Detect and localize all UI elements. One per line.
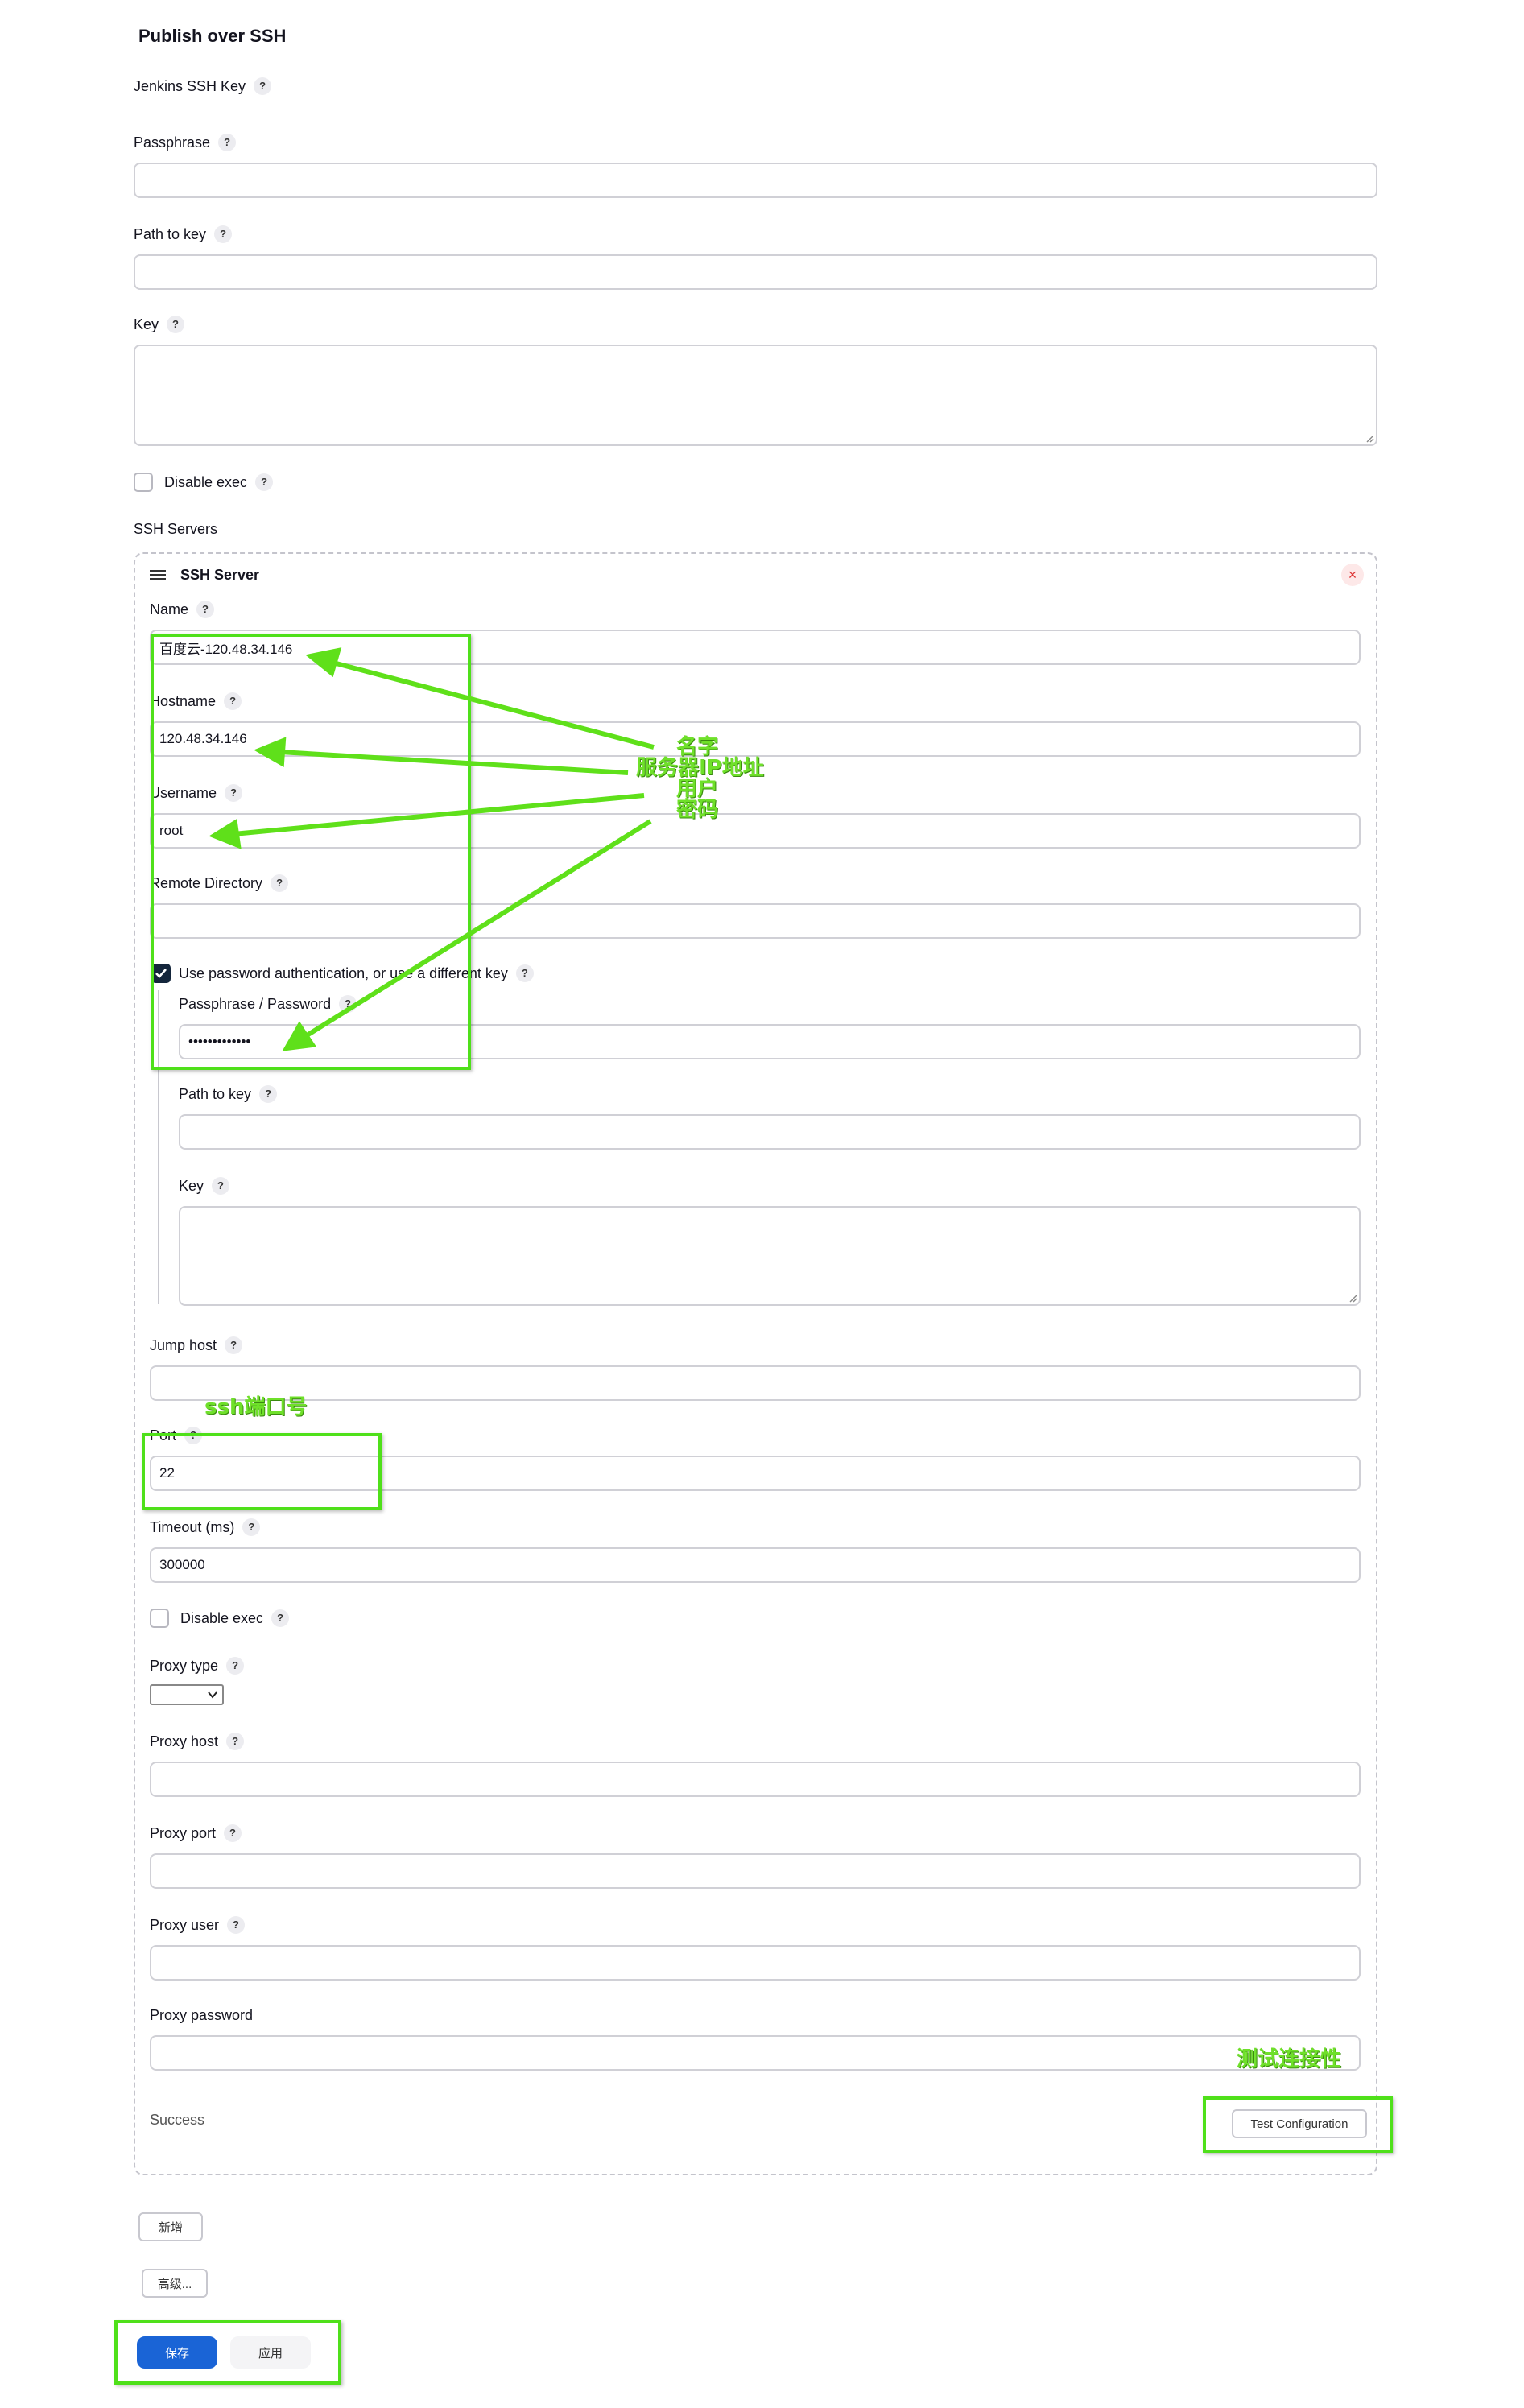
help-icon[interactable]: ? (226, 1657, 245, 1675)
help-icon[interactable]: ? (227, 1916, 246, 1934)
annotation-password: 密码 (676, 798, 719, 822)
help-icon[interactable]: ? (218, 134, 237, 151)
help-icon[interactable]: ? (254, 77, 272, 95)
help-icon[interactable]: ? (224, 1824, 242, 1842)
server-disable-exec-label: Disable exec? (180, 1609, 290, 1627)
ssh-server-header: SSH Server (180, 567, 260, 583)
annotation-ssh-port: ssh端口号 (204, 1395, 308, 1419)
timeout-input[interactable] (150, 1547, 1361, 1583)
help-icon[interactable]: ? (167, 316, 185, 333)
drag-handle-icon[interactable] (150, 568, 166, 581)
nested-key-label: Key? (179, 1177, 230, 1195)
annotation-name: 名字 (676, 735, 719, 759)
annotation-box-test (1203, 2096, 1393, 2153)
proxy-host-label: Proxy host? (150, 1733, 245, 1750)
resize-grip-icon[interactable] (1365, 433, 1374, 443)
ssh-servers-label: SSH Servers (134, 521, 218, 537)
key-textarea[interactable] (134, 345, 1377, 446)
help-icon[interactable]: ? (212, 1177, 230, 1195)
help-icon[interactable]: ? (259, 1085, 278, 1103)
resize-grip-icon[interactable] (1348, 1293, 1357, 1303)
passphrase-input[interactable] (134, 163, 1377, 198)
proxy-port-input[interactable] (150, 1853, 1361, 1889)
annotation-user: 用户 (676, 777, 719, 801)
help-icon[interactable]: ? (242, 1518, 261, 1536)
section-title: Publish over SSH (138, 26, 287, 46)
annotation-box-port (142, 1433, 382, 1510)
nested-path-to-key-label: Path to key? (179, 1085, 278, 1103)
proxy-host-input[interactable] (150, 1762, 1361, 1797)
jenkins-ssh-key-label: Jenkins SSH Key? (134, 77, 272, 95)
disable-exec-checkbox[interactable] (134, 473, 153, 492)
key-textarea-wrap (134, 345, 1377, 446)
annotation-test-connectivity: 测试连接性 (1237, 2047, 1342, 2071)
status-text: Success (150, 2112, 205, 2128)
annotation-box-credentials (151, 634, 471, 1070)
path-to-key-input[interactable] (134, 254, 1377, 290)
chevron-down-icon (208, 1691, 217, 1699)
nested-key-textarea[interactable] (179, 1206, 1361, 1306)
proxy-port-label: Proxy port? (150, 1824, 242, 1842)
server-disable-exec-checkbox[interactable] (150, 1609, 169, 1628)
jump-host-label: Jump host? (150, 1336, 243, 1354)
help-icon[interactable]: ? (214, 225, 233, 243)
path-to-key-label: Path to key? (134, 225, 233, 243)
nested-path-to-key-input[interactable] (179, 1114, 1361, 1150)
close-icon[interactable]: × (1341, 564, 1364, 586)
proxy-password-label: Proxy password (150, 2007, 254, 2023)
help-icon[interactable]: ? (225, 1336, 243, 1354)
proxy-user-label: Proxy user? (150, 1916, 246, 1934)
add-button[interactable]: 新增 (138, 2212, 203, 2241)
jump-host-input[interactable] (150, 1365, 1361, 1401)
help-icon[interactable]: ? (226, 1733, 245, 1750)
help-icon[interactable]: ? (255, 473, 274, 491)
disable-exec-label: Disable exec? (164, 473, 274, 491)
proxy-password-input[interactable] (150, 2035, 1361, 2071)
help-icon[interactable]: ? (515, 964, 534, 982)
help-icon[interactable]: ? (271, 1609, 290, 1627)
passphrase-label: Passphrase? (134, 134, 237, 151)
annotation-server-ip: 服务器IP地址 (636, 756, 764, 780)
advanced-button[interactable]: 高级... (142, 2269, 208, 2298)
proxy-type-label: Proxy type? (150, 1657, 245, 1675)
nested-key-textarea-wrap (179, 1206, 1361, 1306)
proxy-type-select[interactable] (150, 1684, 224, 1705)
name-label: Name? (150, 601, 215, 618)
timeout-label: Timeout (ms)? (150, 1518, 261, 1536)
annotation-box-save (114, 2320, 341, 2385)
key-label: Key? (134, 316, 185, 333)
proxy-user-input[interactable] (150, 1945, 1361, 1981)
help-icon[interactable]: ? (196, 601, 215, 618)
